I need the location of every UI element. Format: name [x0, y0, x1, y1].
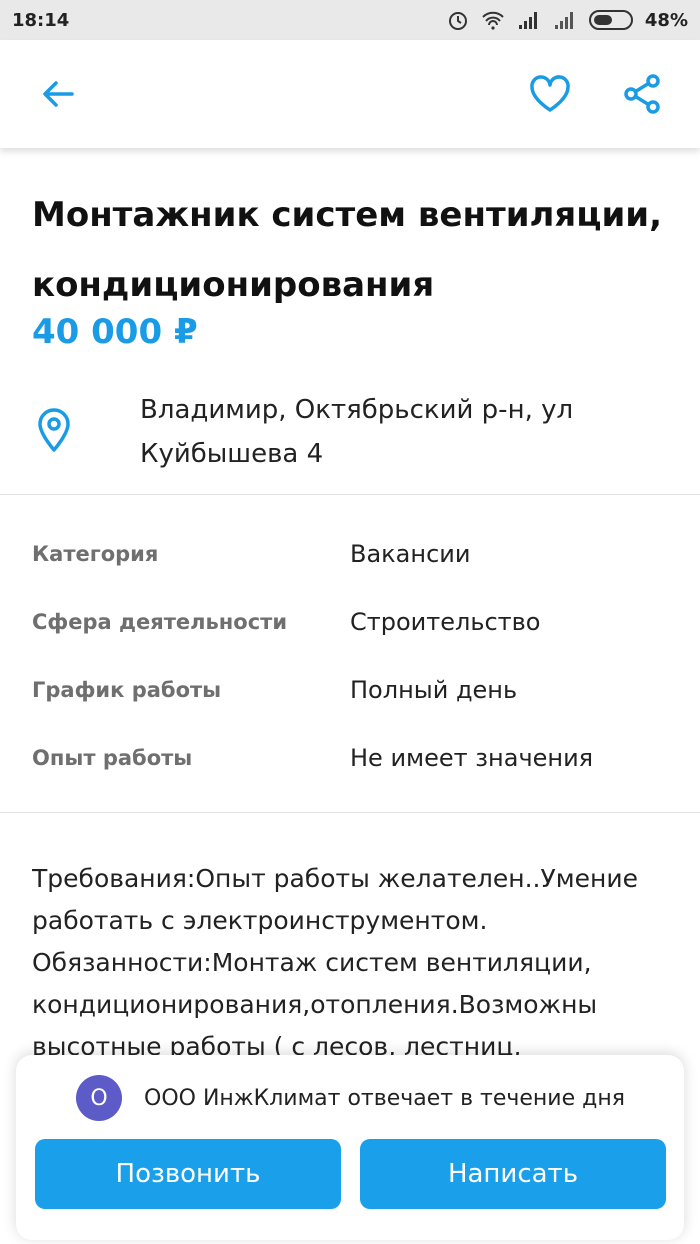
param-value: Вакансии: [350, 540, 471, 568]
param-row: Категория Вакансии: [32, 520, 672, 588]
status-bar: 18:14 48%: [0, 0, 700, 40]
param-key: График работы: [32, 678, 222, 702]
divider: [0, 812, 700, 813]
arrow-left-icon: [43, 81, 74, 107]
listing-address[interactable]: Владимир, Октябрьский р-н, ул Куйбышева …: [140, 388, 660, 476]
contact-card: О ООО ИнжКлимат отвечает в течение дня П…: [16, 1055, 684, 1240]
listing-description: Требования:Опыт работы желателен..Умение…: [32, 864, 638, 1058]
param-key: Сфера деятельности: [32, 610, 288, 634]
status-icons: 48%: [447, 9, 688, 31]
heart-icon: [530, 75, 570, 112]
signal-2-icon: [553, 10, 577, 30]
param-row: Сфера деятельности Строительство: [32, 588, 672, 656]
write-button[interactable]: Написать: [360, 1139, 666, 1209]
listing-title: Монтажник систем вентиляции, кондиционир…: [32, 195, 663, 305]
divider: [0, 494, 700, 495]
avatar: О: [76, 1075, 122, 1121]
seller-response-text: ООО ИнжКлимат отвечает в течение дня: [144, 1085, 625, 1111]
share-icon: [624, 74, 660, 114]
param-key: Категория: [32, 542, 159, 566]
battery-percent: 48%: [644, 9, 688, 31]
battery-icon: [588, 10, 633, 30]
param-key: Опыт работы: [32, 746, 193, 770]
seller-info[interactable]: О ООО ИнжКлимат отвечает в течение дня: [76, 1075, 625, 1121]
call-button[interactable]: Позвонить: [35, 1139, 341, 1209]
back-button[interactable]: [30, 66, 86, 122]
param-row: График работы Полный день: [32, 656, 672, 724]
param-value: Полный день: [350, 676, 518, 704]
signal-icon: [517, 10, 541, 30]
favorite-button[interactable]: [522, 66, 578, 122]
param-value: Не имеет значения: [350, 744, 594, 772]
status-time: 18:14: [12, 9, 70, 31]
param-row: Опыт работы Не имеет значения: [32, 724, 672, 792]
listing-price: 40 000 ₽: [32, 312, 198, 352]
wifi-icon: [481, 10, 505, 30]
map-pin-icon: [34, 406, 74, 458]
params-list: Категория Вакансии Сфера деятельности Ст…: [32, 520, 672, 792]
share-button[interactable]: [614, 66, 670, 122]
app-bar: [0, 40, 700, 148]
alarm-icon: [447, 9, 469, 31]
param-value: Строительство: [350, 608, 541, 636]
